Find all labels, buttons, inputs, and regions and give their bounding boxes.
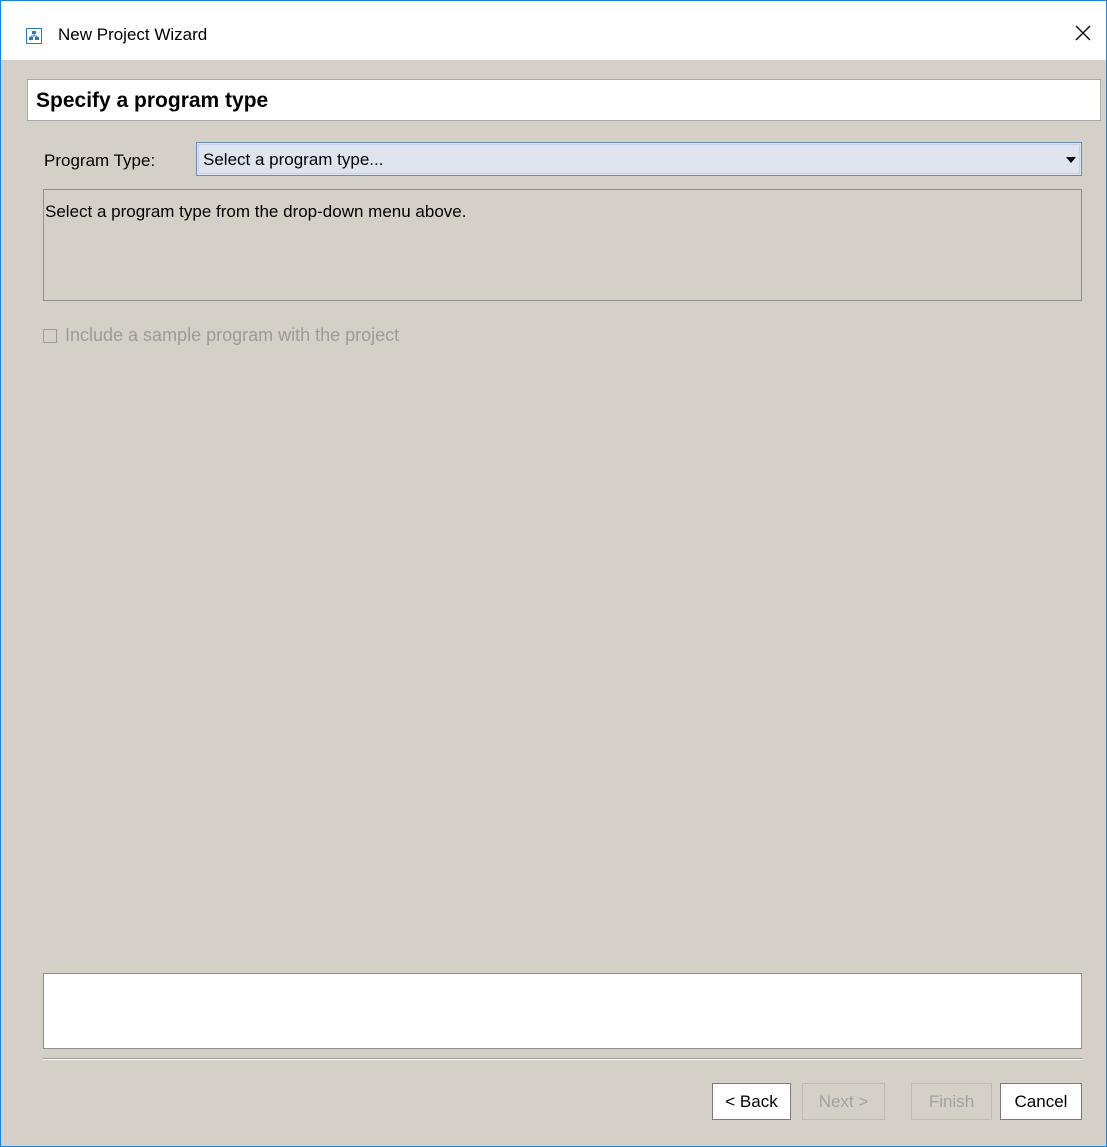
back-button[interactable]: < Back (712, 1083, 791, 1120)
include-sample-option: Include a sample program with the projec… (43, 325, 399, 346)
close-icon (1074, 24, 1092, 47)
include-sample-checkbox[interactable] (43, 328, 57, 343)
program-type-dropdown[interactable]: Select a program type... (196, 142, 1082, 176)
cancel-button[interactable]: Cancel (1000, 1083, 1082, 1120)
program-type-description-box: Select a program type from the drop-down… (43, 189, 1082, 301)
message-area (43, 973, 1082, 1049)
new-project-wizard-window: New Project Wizard Specify a program typ… (0, 0, 1107, 1147)
chevron-down-icon (1066, 157, 1076, 163)
page-title: Specify a program type (36, 89, 269, 112)
window-title: New Project Wizard (58, 25, 208, 44)
button-separator (43, 1058, 1083, 1060)
finish-button[interactable]: Finish (911, 1083, 992, 1120)
program-type-selected-value: Select a program type... (203, 150, 384, 169)
wizard-header-panel: Specify a program type (27, 79, 1101, 121)
program-type-label: Program Type: (44, 151, 156, 170)
wizard-app-icon (26, 28, 42, 44)
include-sample-label: Include a sample program with the projec… (65, 325, 400, 345)
next-button[interactable]: Next > (802, 1083, 885, 1120)
title-bar: New Project Wizard (1, 1, 1106, 60)
close-button[interactable] (1060, 15, 1106, 55)
program-type-description: Select a program type from the drop-down… (45, 202, 467, 221)
